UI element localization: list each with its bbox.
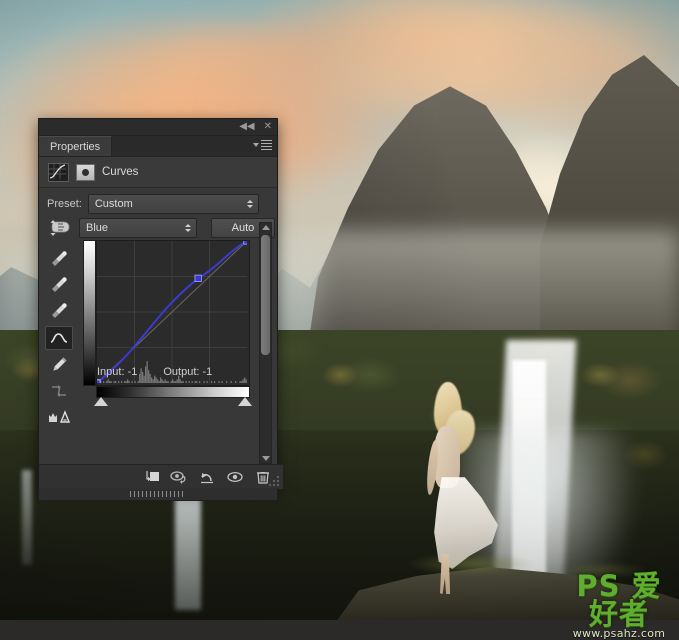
scroll-down-arrow-icon[interactable]	[261, 456, 270, 461]
page-title: Curves	[102, 166, 139, 178]
input-label: Input:	[97, 366, 125, 378]
toggle-layer-visibility-button[interactable]	[221, 466, 249, 488]
mask-dot-icon	[82, 168, 89, 176]
panel-vertical-scrollbar[interactable]	[259, 222, 272, 464]
output-value: -1	[202, 366, 213, 378]
stepper-arrows-icon	[247, 200, 253, 208]
scrollbar-thumb[interactable]	[261, 235, 270, 355]
panel-drag-bar[interactable]	[38, 488, 278, 501]
site-watermark: PS 爱好者 www.psahz.com	[565, 572, 673, 640]
tab-properties-label: Properties	[50, 140, 101, 153]
preset-select[interactable]: Custom	[87, 194, 259, 214]
sample-black-point-eyedropper[interactable]	[46, 248, 72, 270]
output-gradient-ramp	[83, 240, 96, 386]
watermark-url: www.psahz.com	[572, 627, 666, 640]
collapse-to-icons-icon[interactable]: ◀◀	[239, 122, 254, 132]
smooth-curve-values-icon[interactable]	[46, 380, 72, 402]
panel-body: Preset: Custom Blue Auto Input: -1 Outpu…	[39, 188, 277, 471]
auto-button-label: Auto	[231, 222, 255, 234]
curves-adjustment-icon	[48, 162, 69, 182]
close-icon[interactable]: ✕	[264, 122, 272, 132]
output-readout: Output: -1	[163, 366, 212, 378]
channel-row: Blue Auto	[39, 218, 293, 238]
panel-resize-grip[interactable]	[268, 475, 280, 487]
curve-target-adjust-icon[interactable]	[47, 218, 73, 238]
clip-to-layer-button[interactable]	[137, 466, 165, 488]
adjustment-header: Curves	[39, 157, 277, 188]
toggle-previous-state-button[interactable]	[165, 466, 193, 488]
drag-handle-dots-icon	[130, 491, 186, 497]
input-readout: Input: -1	[97, 366, 137, 378]
sample-gray-point-eyedropper[interactable]	[46, 274, 72, 296]
preset-value: Custom	[94, 198, 133, 210]
white-point-slider-handle[interactable]	[238, 397, 252, 406]
panel-footer	[39, 464, 283, 489]
preset-label: Preset:	[47, 198, 82, 210]
layer-mask-thumbnail[interactable]	[76, 163, 95, 181]
clipping-warning-icon[interactable]	[46, 406, 72, 428]
tab-properties[interactable]: Properties	[39, 136, 113, 156]
channel-value: Blue	[86, 222, 109, 234]
curve-plot-area[interactable]	[96, 240, 250, 386]
properties-panel: ◀◀ ✕ Properties Curves Preset: Custom Bl…	[38, 118, 283, 490]
black-point-slider-handle[interactable]	[94, 397, 108, 406]
hamburger-icon	[261, 140, 272, 150]
curves-tool-column	[45, 248, 73, 428]
preset-row: Preset: Custom	[39, 194, 293, 214]
channel-select[interactable]: Blue	[79, 218, 197, 238]
scroll-up-arrow-icon[interactable]	[261, 225, 270, 230]
edit-points-curve-tool[interactable]	[45, 326, 73, 350]
reset-adjustment-button[interactable]	[193, 466, 221, 488]
output-label: Output:	[163, 366, 200, 378]
draw-curve-pencil-tool[interactable]	[46, 354, 72, 376]
input-level-handles	[94, 397, 252, 408]
panel-tabstrip: Properties	[39, 136, 277, 157]
panel-titlebar: ◀◀ ✕	[39, 119, 277, 136]
chevron-down-icon	[253, 143, 259, 147]
input-value: -1	[127, 366, 138, 378]
sample-white-point-eyedropper[interactable]	[46, 300, 72, 322]
stepper-arrows-icon	[185, 224, 191, 232]
panel-menu-button[interactable]	[253, 140, 272, 150]
